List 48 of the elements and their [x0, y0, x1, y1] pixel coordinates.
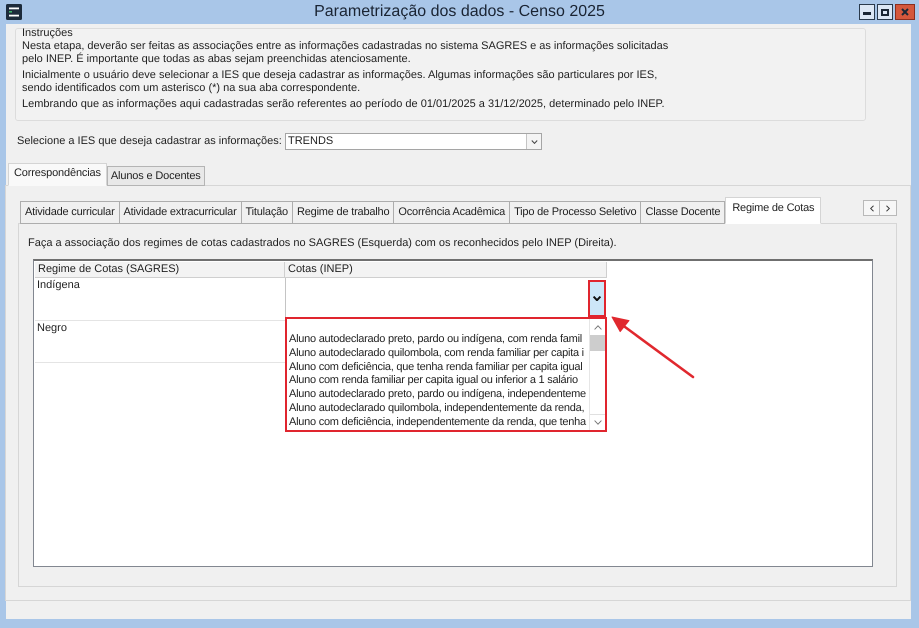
tab[interactable]: Alunos e Docentes — [106, 166, 205, 186]
tab[interactable]: Titulação — [240, 201, 293, 224]
dropdown-option[interactable]: Aluno com renda familiar per capita igual ou inferior a 1 salário — [288, 374, 589, 388]
dropdown-option[interactable]: Aluno com deficiência, que tenha renda familiar per capita igual — [288, 360, 589, 374]
group-title: Instruções — [22, 27, 73, 40]
chevron-down-icon — [530, 140, 538, 144]
app-icon — [6, 4, 22, 20]
table-cell: Negro — [35, 321, 285, 363]
tab-scroll-right-button[interactable] — [880, 200, 897, 216]
column-header[interactable]: Regime de Cotas (SAGRES) — [35, 262, 285, 278]
ies-label: Selecione a IES que deseja cadastrar as informações: — [17, 134, 283, 150]
scroll-up-icon[interactable] — [594, 324, 602, 330]
dropdown-field[interactable] — [285, 278, 607, 317]
dropdown-option[interactable]: Aluno autodeclarado quilombola, independentemente da renda, — [288, 402, 589, 416]
window-title: Parametrização dos dados - Censo 2025 — [314, 2, 605, 22]
tab[interactable]: Ocorrência Acadêmica — [393, 201, 510, 224]
close-icon — [901, 8, 909, 16]
ies-combo-box[interactable]: TRENDS — [285, 133, 542, 150]
tab[interactable]: Regime de trabalho — [292, 201, 394, 224]
dropdown-button[interactable] — [526, 134, 541, 149]
chevron-right-icon — [886, 204, 890, 212]
tab[interactable]: Correspondências — [8, 163, 107, 186]
close-button[interactable] — [895, 4, 915, 20]
instruction-text: Inicialmente o usuário deve selecionar a IES que deseja cadastrar as informações. Algumas informações são particulares por IES, sendo identificados com um asterisco (*) na sua aba correspondente. — [22, 69, 658, 95]
scrollbar[interactable] — [589, 319, 605, 430]
maximize-icon — [881, 8, 889, 16]
minimize-icon — [863, 12, 871, 15]
description-text: Faça a associação dos regimes de cotas cadastrados no SAGRES (Esquerda) com os reconhecidos pelo INEP (Direita). — [28, 237, 617, 250]
instruction-text: Nesta etapa, deverão ser feitas as associações entre as informações cadastradas no sistema SAGRES e as informações solicitadas pelo INEP. É importante que todas as abas sejam preenchidas atenciosamente. — [22, 40, 668, 66]
tab[interactable]: Atividade extracurricular — [118, 201, 242, 224]
tab[interactable]: Classe Docente — [640, 201, 726, 224]
scroll-down-icon[interactable] — [594, 420, 602, 425]
instruction-text: Lembrando que as informações aqui cadastradas serão referentes ao período de 01/01/2025 a 31/12/2025, determinado pelo INEP. — [22, 98, 665, 111]
dropdown-button[interactable] — [588, 280, 606, 317]
tab[interactable]: Regime de Cotas — [725, 197, 822, 224]
minimize-button[interactable] — [859, 4, 875, 20]
scrollbar-thumb[interactable] — [590, 335, 605, 351]
tab[interactable]: Tipo de Processo Seletivo — [509, 201, 642, 224]
column-header[interactable]: Cotas (INEP) — [285, 262, 607, 278]
dropdown-option[interactable]: Aluno autodeclarado preto, pardo ou indígena, com renda famil — [288, 333, 589, 347]
dropdown-option[interactable]: Aluno autodeclarado quilombola, com renda familiar per capita i — [288, 346, 589, 361]
dropdown-option[interactable]: Aluno com deficiência, independentemente da renda, que tenha — [288, 416, 589, 430]
chevron-left-icon — [870, 204, 874, 212]
dropdown-option[interactable]: Aluno autodeclarado preto, pardo ou indígena, independenteme — [288, 388, 589, 402]
tab-scroll-left-button[interactable] — [863, 200, 880, 216]
tab[interactable]: Atividade curricular — [20, 201, 120, 224]
chevron-down-icon — [593, 296, 601, 301]
maximize-button[interactable] — [877, 4, 893, 20]
